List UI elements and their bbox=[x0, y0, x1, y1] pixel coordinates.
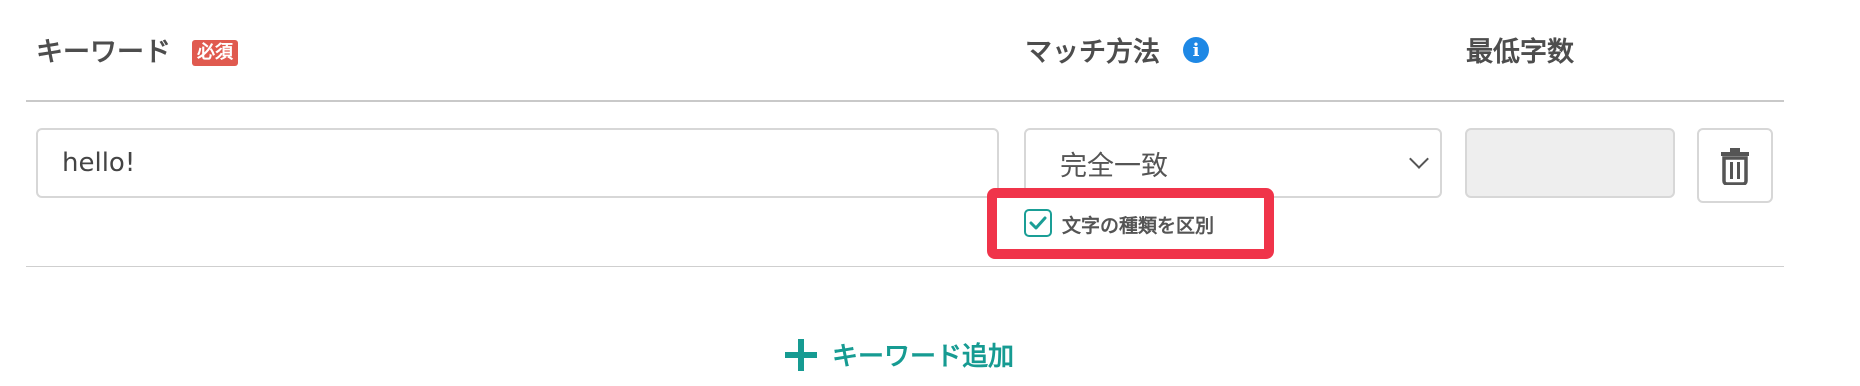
trash-icon bbox=[1721, 147, 1749, 185]
info-icon[interactable]: i bbox=[1183, 37, 1209, 63]
min-chars-column-header: 最低字数 bbox=[1466, 37, 1574, 68]
plus-icon bbox=[785, 338, 817, 371]
min-chars-input bbox=[1465, 128, 1675, 198]
check-icon bbox=[1029, 216, 1047, 230]
keyword-column-header: キーワード bbox=[36, 37, 171, 68]
match-method-selected-value: 完全一致 bbox=[1060, 150, 1168, 182]
case-sensitive-checkbox[interactable] bbox=[1024, 209, 1052, 237]
delete-row-button[interactable] bbox=[1697, 128, 1773, 203]
add-keyword-label: キーワード追加 bbox=[832, 342, 1015, 372]
required-badge: 必須 bbox=[192, 40, 238, 66]
row-divider bbox=[26, 266, 1784, 267]
chevron-down-icon bbox=[1409, 149, 1429, 169]
match-method-column-header: マッチ方法 bbox=[1025, 37, 1160, 68]
header-divider bbox=[26, 100, 1784, 102]
add-keyword-button[interactable]: キーワード追加 bbox=[784, 336, 1014, 373]
case-sensitive-label[interactable]: 文字の種類を区別 bbox=[1062, 211, 1214, 238]
keyword-input[interactable] bbox=[36, 128, 999, 198]
